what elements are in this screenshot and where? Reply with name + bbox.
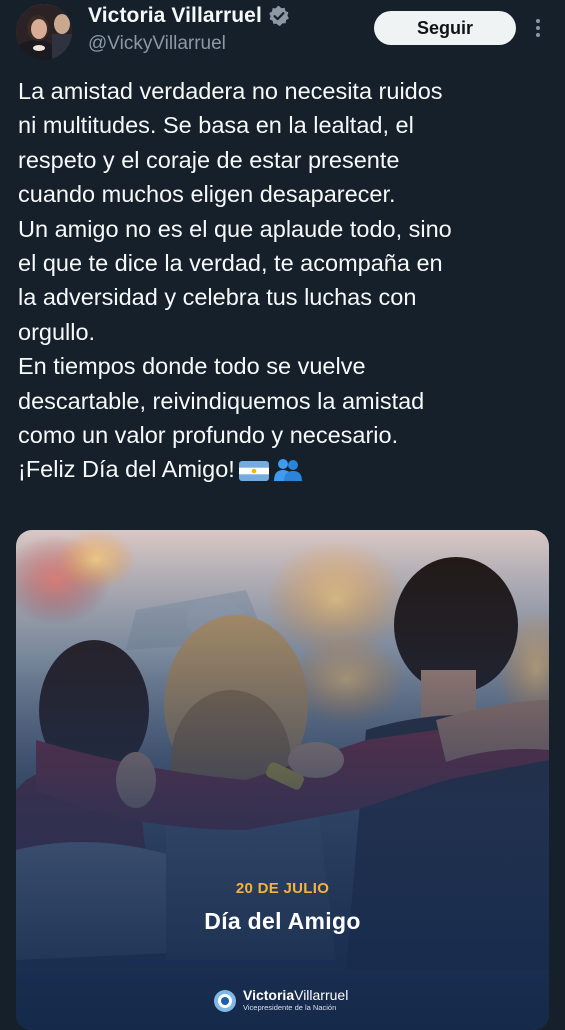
tweet-line: el que te dice la verdad, te acompaña en (18, 250, 443, 277)
flag-argentina-emoji (238, 457, 269, 491)
tweet-line: Un amigo no es el que aplaude todo, sino (18, 215, 452, 242)
handle[interactable]: @VickyVillarruel (88, 33, 226, 55)
media-title: Día del Amigo (204, 908, 361, 934)
media-date: 20 DE JULIO (235, 880, 330, 897)
tweet-line: ¡Feliz Día del Amigo! (18, 456, 235, 483)
follow-button[interactable]: Seguir (374, 11, 516, 45)
media-illustration (16, 530, 549, 1030)
tweet-line: respeto y el coraje de estar presente (18, 146, 400, 173)
brand-name-bold: Victoria (243, 987, 295, 1003)
two-people-emoji (273, 456, 303, 491)
tweet-line: La amistad verdadera no necesita ruidos (18, 78, 443, 104)
brand-mark: VictoriaVillarruel Vicepresidente de la … (213, 988, 348, 1013)
brand-subtitle: Vicepresidente de la Nación (243, 1003, 337, 1012)
tweet-line-last: ¡Feliz Día del Amigo! (18, 452, 553, 491)
brand-logo-icon (213, 989, 237, 1013)
brand-text: VictoriaVillarruel Vicepresidente de la … (243, 988, 348, 1013)
brand-name: VictoriaVillarruel (243, 988, 348, 1003)
tweet-media-image[interactable]: 20 DE JULIO Día del Amigo VictoriaVillar… (16, 530, 549, 1030)
tweet-line: la adversidad y celebra tus luchas con (18, 284, 417, 311)
tweet-line: cuando muchos eligen desaparecer. (18, 181, 396, 208)
tweet-header: Victoria Villarruel @VickyVillarruel Seg… (0, 0, 565, 66)
tweet-line: ni multitudes. Se basa en la lealtad, el (18, 112, 414, 139)
more-dot (536, 19, 540, 23)
tweet-text: La amistad verdadera no necesita ruidos … (18, 74, 553, 492)
name-row: Victoria Villarruel (88, 4, 290, 28)
display-name[interactable]: Victoria Villarruel (88, 4, 262, 28)
more-dot (536, 33, 540, 37)
brand-name-light: Villarruel (294, 987, 349, 1003)
verified-badge-icon (268, 5, 290, 27)
avatar[interactable] (16, 4, 72, 60)
tweet-line: como un valor profundo y necesario. (18, 422, 399, 449)
tweet-line: En tiempos donde todo se vuelve (18, 353, 366, 380)
tweet-line: orgullo. (18, 318, 96, 345)
more-options-icon[interactable] (528, 14, 548, 42)
more-dot (536, 26, 540, 30)
tweet-line: descartable, reivindiquemos la amistad (18, 387, 425, 414)
